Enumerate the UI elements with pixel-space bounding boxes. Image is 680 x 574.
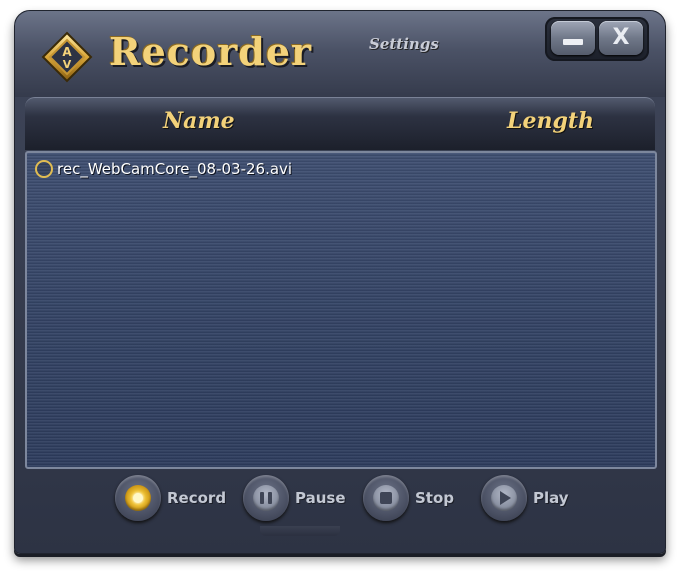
column-header-name[interactable]: Name (163, 108, 235, 134)
svg-text:V: V (63, 58, 72, 71)
column-header-length[interactable]: Length (507, 108, 594, 134)
close-button[interactable]: X (599, 21, 643, 55)
pause-button[interactable]: Pause (243, 473, 346, 523)
record-label: Record (167, 489, 227, 507)
recordings-list[interactable]: rec_WebCamCore_08-03-26.avi (25, 151, 657, 469)
list-item[interactable]: rec_WebCamCore_08-03-26.avi (35, 157, 292, 181)
minimize-button[interactable] (551, 21, 595, 55)
play-label: Play (533, 489, 569, 507)
file-name: rec_WebCamCore_08-03-26.avi (57, 160, 293, 178)
settings-link[interactable]: Settings (369, 35, 439, 53)
pause-label: Pause (295, 489, 346, 507)
svg-text:A: A (62, 45, 72, 59)
stop-label: Stop (415, 489, 455, 507)
title-bar[interactable]: A V Recorder Settings X (15, 11, 665, 97)
stop-button[interactable]: Stop (363, 473, 454, 523)
radio-circle-icon[interactable] (35, 160, 53, 178)
play-icon (481, 475, 527, 521)
play-button[interactable]: Play (481, 473, 569, 523)
record-icon (115, 475, 161, 521)
app-title: Recorder (109, 29, 313, 74)
stop-icon (363, 475, 409, 521)
list-header: Name Length (25, 97, 655, 150)
pause-icon (243, 475, 289, 521)
minimize-icon (563, 39, 583, 45)
transport-controls: Record Pause Stop Play (15, 473, 665, 533)
recorder-window: A V Recorder Settings X Name Length rec_… (14, 10, 666, 554)
record-button[interactable]: Record (115, 473, 226, 523)
av-logo-icon: A V (41, 31, 93, 83)
resize-tab (260, 526, 340, 536)
window-controls: X (545, 17, 649, 61)
